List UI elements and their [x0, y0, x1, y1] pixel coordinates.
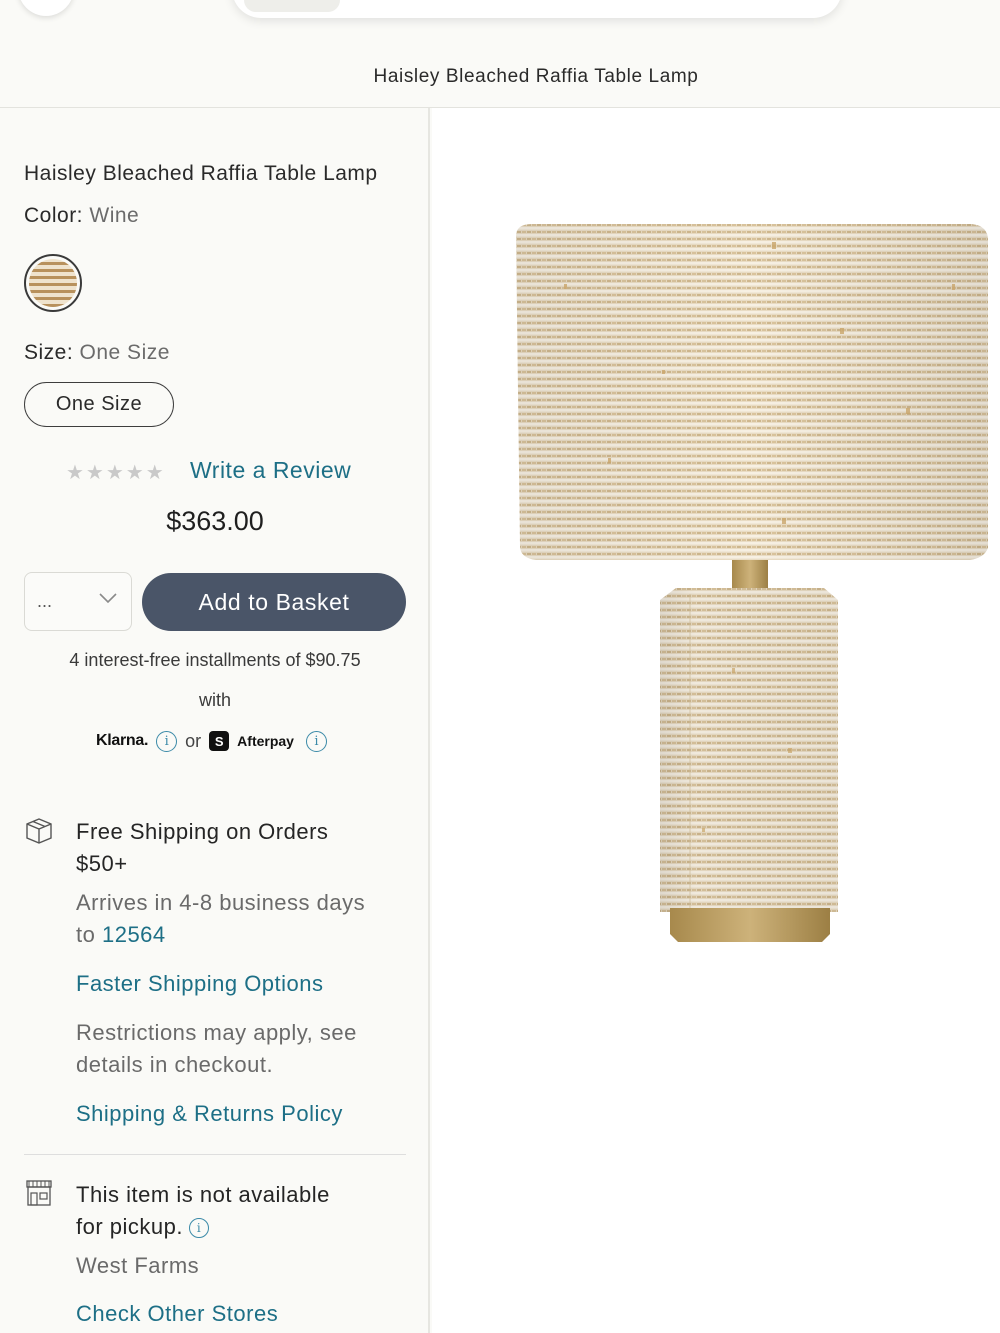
size-value: One Size	[79, 341, 170, 364]
back-button[interactable]	[18, 0, 74, 16]
restrictions-text: Restrictions may apply, see details in c…	[76, 1017, 357, 1081]
free-shipping-line1: Free Shipping on Orders	[76, 819, 329, 844]
check-other-stores-link[interactable]: Check Other Stores	[76, 1298, 278, 1330]
product-details-panel: Haisley Bleached Raffia Table Lamp Color…	[0, 108, 430, 1333]
klarna-logo: Klarna.	[96, 732, 149, 749]
box-icon	[26, 818, 52, 844]
free-shipping-title: Free Shipping on Orders $50+	[76, 816, 328, 880]
arrival-estimate: Arrives in 4-8 business days to 12564	[76, 887, 365, 951]
info-icon[interactable]: i	[189, 1218, 209, 1239]
color-swatch[interactable]	[24, 254, 82, 312]
shipping-returns-link[interactable]: Shipping & Returns Policy	[76, 1098, 343, 1130]
or-text: or	[185, 730, 202, 751]
color-value: Wine	[89, 204, 140, 227]
afterpay-badge-icon: S	[209, 731, 230, 751]
product-image-panel	[432, 108, 1000, 1333]
pickup-status: This item is not available for pickup. i	[76, 1179, 330, 1243]
swatch-texture	[29, 259, 77, 307]
size-option-button[interactable]: One Size	[24, 382, 174, 427]
product-price: $363.00	[166, 506, 264, 536]
top-bar: Haisley Bleached Raffia Table Lamp	[0, 0, 1000, 108]
rating-stars: ★★★★★	[66, 462, 166, 484]
zip-code-link[interactable]: 12564	[102, 922, 166, 947]
size-row: Size: One Size	[24, 341, 170, 365]
section-divider	[24, 1154, 406, 1155]
arrival-prefix: to	[76, 922, 102, 947]
size-label: Size:	[24, 341, 74, 364]
color-label: Color:	[24, 204, 84, 227]
info-icon[interactable]: i	[156, 730, 178, 752]
product-image[interactable]	[432, 108, 1000, 968]
info-icon[interactable]: i	[305, 730, 327, 752]
installments-text: 4 interest-free installments of $90.75	[69, 650, 361, 670]
arrival-line2: to 12564	[76, 919, 365, 951]
restrictions-line2: details in checkout.	[76, 1052, 274, 1077]
faster-shipping-link[interactable]: Faster Shipping Options	[76, 968, 324, 1000]
address-bar[interactable]	[232, 0, 842, 18]
free-shipping-line2: $50+	[76, 851, 128, 876]
add-to-basket-button[interactable]: Add to Basket	[142, 573, 406, 631]
store-icon	[26, 1180, 52, 1206]
pickup-line2-text: for pickup.	[76, 1214, 183, 1239]
arrival-line1: Arrives in 4-8 business days	[76, 890, 366, 915]
quantity-select[interactable]: ...	[24, 572, 132, 631]
chevron-down-icon	[99, 593, 117, 604]
page-title: Haisley Bleached Raffia Table Lamp	[373, 66, 699, 87]
pickup-line1: This item is not available	[76, 1182, 330, 1207]
color-row: Color: Wine	[24, 204, 139, 228]
write-review-link[interactable]: Write a Review	[190, 457, 351, 484]
pickup-line2: for pickup. i	[76, 1211, 330, 1243]
address-bar-pill[interactable]	[244, 0, 340, 12]
product-name: Haisley Bleached Raffia Table Lamp	[24, 162, 378, 185]
installments-with: with	[198, 690, 231, 710]
quantity-value: ...	[37, 591, 53, 611]
pickup-store-name: West Farms	[76, 1253, 200, 1278]
payment-options: Klarna. i or S Afterpay i	[96, 728, 327, 754]
afterpay-logo: Afterpay	[237, 733, 294, 749]
restrictions-line1: Restrictions may apply, see	[76, 1020, 357, 1045]
